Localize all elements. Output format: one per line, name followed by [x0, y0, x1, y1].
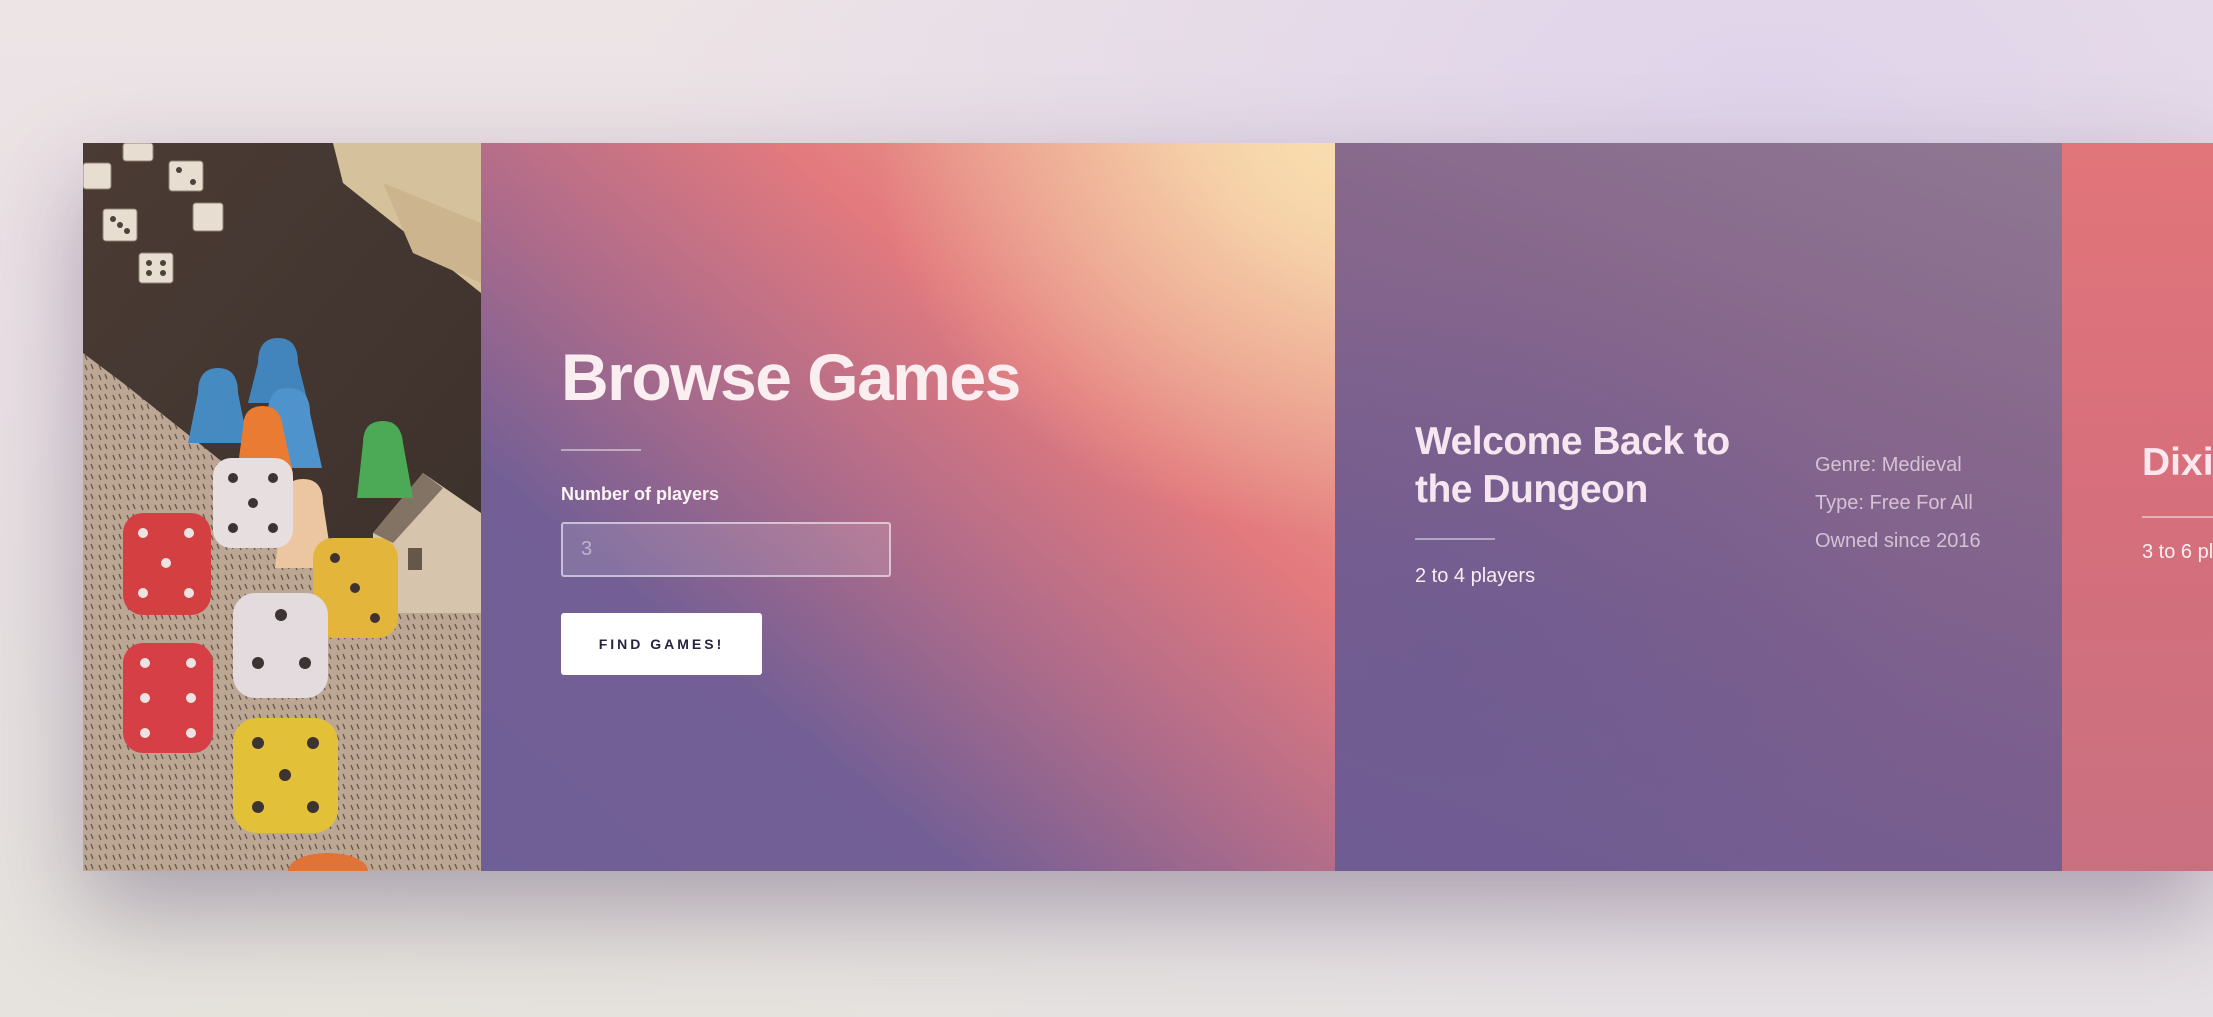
game-card-genre: Genre: Medieval — [1815, 454, 1962, 476]
game-card[interactable]: Welcome Back to the Dungeon 2 to 4 playe… — [1335, 143, 2062, 871]
board-game-photo — [83, 143, 481, 871]
players-input[interactable] — [561, 522, 891, 577]
game-card-type: Type: Free For All — [1815, 492, 1973, 514]
page-title: Browse Games — [561, 340, 1021, 414]
title-divider — [561, 449, 641, 451]
board-game-dice-meeples-image — [83, 143, 481, 871]
hero-carousel: Browse Games Number of players FIND GAME… — [83, 143, 2213, 871]
players-label: Number of players — [561, 484, 720, 504]
game-card-players: 2 to 4 players — [1415, 565, 1536, 587]
game-card-title: Dixit — [2142, 441, 2213, 484]
browse-games-panel: Browse Games Number of players FIND GAME… — [481, 143, 1335, 871]
find-games-button[interactable]: FIND GAMES! — [561, 613, 762, 675]
game-card-owned: Owned since 2016 — [1815, 530, 1981, 552]
game-card-players: 3 to 6 players — [2142, 541, 2213, 563]
game-card-title: Welcome Back to the Dungeon — [1415, 420, 1730, 511]
game-card-divider — [2142, 516, 2213, 518]
game-card[interactable]: Dixit 3 to 6 players — [2062, 143, 2213, 871]
game-card-divider — [1415, 538, 1495, 540]
